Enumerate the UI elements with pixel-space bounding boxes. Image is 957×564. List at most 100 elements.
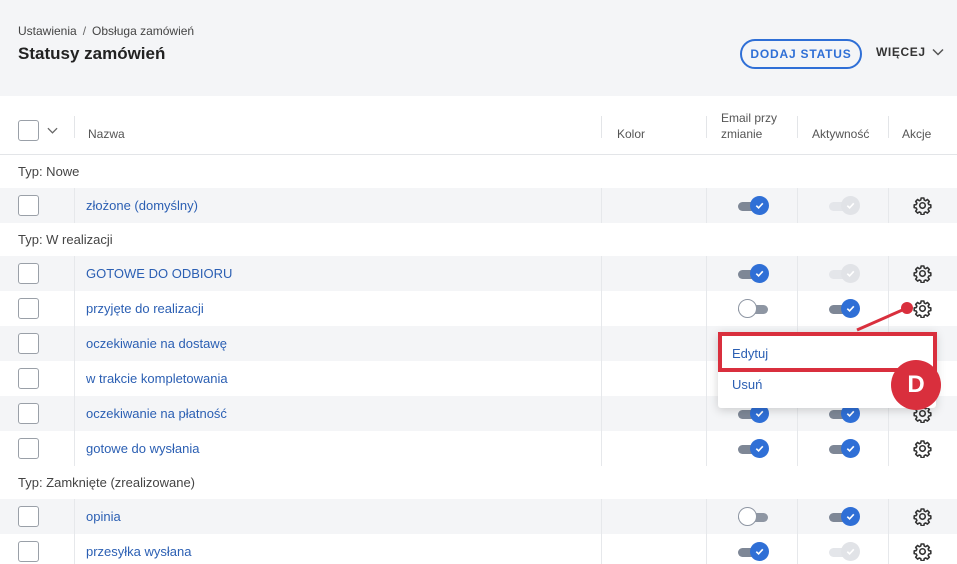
table-header: Nazwa Kolor Email przy zmianie Aktywność… <box>0 96 957 155</box>
toggle-knob <box>738 299 757 318</box>
cell-divider <box>888 534 889 564</box>
email-on-change-toggle[interactable] <box>738 507 770 527</box>
toggle-knob <box>750 264 769 283</box>
gear-icon[interactable] <box>913 299 932 319</box>
table-row: GOTOWE DO ODBIORU <box>0 256 957 291</box>
cell-divider <box>797 534 798 564</box>
group-header: Typ: Zamknięte (zrealizowane) <box>0 466 957 499</box>
cell-divider <box>74 361 75 396</box>
more-button[interactable]: WIĘCEJ <box>876 45 944 59</box>
status-name-link[interactable]: GOTOWE DO ODBIORU <box>86 266 232 281</box>
status-name-link[interactable]: gotowe do wysłania <box>86 441 199 456</box>
cell-divider <box>74 534 75 564</box>
email-on-change-toggle[interactable] <box>738 439 770 459</box>
cell-divider <box>888 431 889 466</box>
column-header-activity[interactable]: Aktywność <box>812 126 869 142</box>
column-divider <box>601 116 602 138</box>
breadcrumb-root[interactable]: Ustawienia <box>18 24 77 38</box>
row-checkbox[interactable] <box>18 541 39 562</box>
breadcrumb-current[interactable]: Obsługa zamówień <box>92 24 194 38</box>
toggle-knob <box>841 542 860 561</box>
status-name-link[interactable]: oczekiwanie na dostawę <box>86 336 227 351</box>
check-icon <box>845 268 856 279</box>
check-icon <box>754 268 765 279</box>
row-checkbox[interactable] <box>18 298 39 319</box>
table-row: przyjęte do realizacji <box>0 291 957 326</box>
row-checkbox[interactable] <box>18 506 39 527</box>
column-header-name[interactable]: Nazwa <box>88 126 125 142</box>
row-checkbox[interactable] <box>18 368 39 389</box>
breadcrumb: Ustawienia / Obsługa zamówień <box>18 24 194 38</box>
cell-divider <box>74 291 75 326</box>
gear-icon[interactable] <box>913 507 932 527</box>
row-checkbox[interactable] <box>18 438 39 459</box>
add-status-button[interactable]: DODAJ STATUS <box>740 39 862 69</box>
status-name-link[interactable]: złożone (domyślny) <box>86 198 198 213</box>
toggle-knob <box>841 264 860 283</box>
check-icon <box>845 546 856 557</box>
row-checkbox[interactable] <box>18 333 39 354</box>
activity-toggle <box>829 264 861 284</box>
row-checkbox[interactable] <box>18 263 39 284</box>
check-icon <box>845 443 856 454</box>
table-row: przesyłka wysłana <box>0 534 957 564</box>
color-cell <box>602 256 706 291</box>
color-cell <box>602 291 706 326</box>
color-cell <box>602 361 706 396</box>
activity-toggle[interactable] <box>829 439 861 459</box>
check-icon <box>845 511 856 522</box>
cell-divider <box>888 188 889 223</box>
gear-icon[interactable] <box>913 542 932 562</box>
cell-divider <box>706 291 707 326</box>
cell-divider <box>74 396 75 431</box>
email-on-change-toggle[interactable] <box>738 542 770 562</box>
color-cell <box>602 188 706 223</box>
cell-divider <box>706 431 707 466</box>
cell-divider <box>706 326 707 361</box>
email-on-change-toggle[interactable] <box>738 299 770 319</box>
chevron-down-icon <box>932 48 944 56</box>
toggle-knob <box>750 542 769 561</box>
cell-divider <box>74 326 75 361</box>
gear-icon[interactable] <box>913 264 932 284</box>
status-name-link[interactable]: przesyłka wysłana <box>86 544 192 559</box>
check-icon <box>754 546 765 557</box>
status-name-link[interactable]: opinia <box>86 509 121 524</box>
activity-toggle[interactable] <box>829 299 861 319</box>
cell-divider <box>74 431 75 466</box>
toggle-knob <box>841 196 860 215</box>
color-cell <box>602 326 706 361</box>
group-header: Typ: Nowe <box>0 155 957 188</box>
column-header-email-line1: Email przy <box>721 111 778 125</box>
cell-divider <box>706 361 707 396</box>
chevron-down-icon[interactable] <box>47 125 58 136</box>
cell-divider <box>706 534 707 564</box>
email-on-change-toggle[interactable] <box>738 264 770 284</box>
status-name-link[interactable]: w trakcie kompletowania <box>86 371 228 386</box>
column-header-email-line2: zmianie <box>721 127 763 141</box>
gear-icon[interactable] <box>913 439 932 459</box>
check-icon <box>754 443 765 454</box>
check-icon <box>845 303 856 314</box>
row-checkbox[interactable] <box>18 195 39 216</box>
gear-icon[interactable] <box>913 196 932 216</box>
select-all-checkbox[interactable] <box>18 120 39 141</box>
activity-toggle <box>829 196 861 216</box>
toggle-knob <box>750 439 769 458</box>
email-on-change-toggle[interactable] <box>738 196 770 216</box>
column-header-color[interactable]: Kolor <box>617 126 645 142</box>
select-all[interactable] <box>18 120 58 141</box>
status-name-link[interactable]: przyjęte do realizacji <box>86 301 204 316</box>
row-checkbox[interactable] <box>18 403 39 424</box>
cell-divider <box>888 291 889 326</box>
check-icon <box>845 200 856 211</box>
delete-menu-item[interactable]: Usuń <box>732 377 762 392</box>
check-icon <box>754 408 765 419</box>
cell-divider <box>797 431 798 466</box>
activity-toggle[interactable] <box>829 507 861 527</box>
toggle-knob <box>750 196 769 215</box>
status-name-link[interactable]: oczekiwanie na płatność <box>86 406 227 421</box>
check-icon <box>754 200 765 211</box>
cell-divider <box>74 188 75 223</box>
column-header-email[interactable]: Email przy zmianie <box>721 110 777 142</box>
